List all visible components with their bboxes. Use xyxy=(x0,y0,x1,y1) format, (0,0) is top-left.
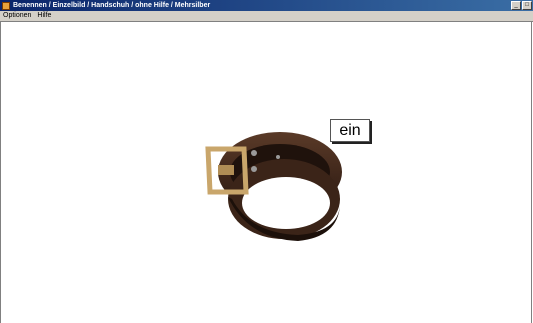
word-card[interactable]: ein xyxy=(330,119,370,142)
belt-image xyxy=(205,132,342,241)
window-title: Benennen / Einzelbild / Handschuh / ohne… xyxy=(13,2,211,9)
maximize-icon[interactable]: □ xyxy=(522,1,532,10)
window-controls: _ □ xyxy=(511,1,532,10)
app-icon[interactable] xyxy=(2,1,10,10)
menu-bar: Optionen Hilfe xyxy=(0,11,533,22)
minimize-icon[interactable]: _ xyxy=(511,1,521,10)
title-bar[interactable]: Benennen / Einzelbild / Handschuh / ohne… xyxy=(0,0,533,11)
menu-optionen[interactable]: Optionen xyxy=(0,11,34,21)
menu-hilfe[interactable]: Hilfe xyxy=(34,11,54,21)
